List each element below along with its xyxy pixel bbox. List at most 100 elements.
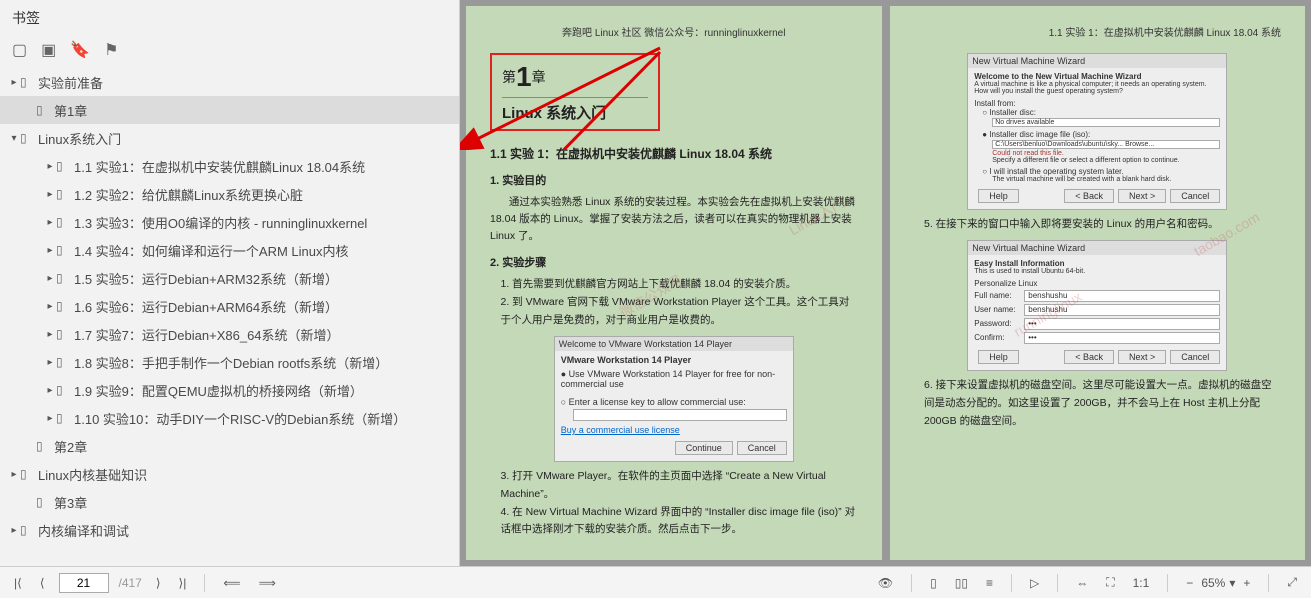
tree-row[interactable]: ▸▯ 1.3 实验3：使用O0编译的内核 - runninglinuxkernel: [0, 208, 459, 236]
tree-label: 1.7 实验7：运行Debian+X86_64系统（新增）: [74, 325, 340, 344]
caret-icon[interactable]: ▸: [8, 77, 20, 88]
caret-icon[interactable]: ▸: [44, 245, 56, 256]
tree-row[interactable]: ▸▯ 1.1 实验1：在虚拟机中安装优麒麟Linux 18.04系统: [0, 152, 459, 180]
tree-row[interactable]: ▸▯内核编译和调试: [0, 516, 459, 544]
page-viewport[interactable]: 奔跑吧 Linux 社区 微信公众号：runninglinuxkernel 第1…: [460, 0, 1311, 566]
bookmark-glyph-icon: ▯: [56, 159, 70, 173]
nav-fwd-button[interactable]: ⟹: [255, 574, 280, 592]
prev-page-button[interactable]: ⟨: [36, 574, 49, 592]
tree-row[interactable]: ▯第2章: [0, 432, 459, 460]
page-header: 1.1 实验 1：在虚拟机中安装优麒麟 Linux 18.04 系统: [914, 24, 1282, 39]
toc-expand-icon[interactable]: ▢: [12, 40, 27, 60]
toc-collapse-icon[interactable]: ▣: [41, 40, 56, 60]
nav-back-button[interactable]: ⟸: [219, 574, 244, 592]
bookmark-glyph-icon: ▯: [20, 131, 34, 145]
bookmark-glyph-icon: ▯: [36, 495, 50, 509]
tree-label: 第1章: [54, 101, 87, 120]
fit-page-icon[interactable]: ⛶: [1102, 573, 1118, 592]
tree-row[interactable]: ▸▯ 1.10 实验10：动手DIY一个RISC-V的Debian系统（新增）: [0, 404, 459, 432]
tree-label: 1.6 实验6：运行Debian+ARM64系统（新增）: [74, 297, 338, 316]
zoom-out-button[interactable]: −: [1182, 574, 1197, 592]
read-mode-icon[interactable]: 👁: [874, 574, 897, 592]
tree-row[interactable]: ▸▯ 1.7 实验7：运行Debian+X86_64系统（新增）: [0, 320, 459, 348]
tree-label: 1.9 实验9：配置QEMU虚拟机的桥接网络（新增）: [74, 381, 363, 400]
chapter-number: 第1章: [502, 61, 648, 93]
bookmark-glyph-icon: ▯: [56, 355, 70, 369]
bookmark2-icon[interactable]: ⚑: [104, 40, 118, 60]
last-page-button[interactable]: ⟩|: [175, 574, 191, 592]
pdf-page-right: 1.1 实验 1：在虚拟机中安装优麒麟 Linux 18.04 系统 New V…: [890, 6, 1306, 560]
tree-label: 1.10 实验10：动手DIY一个RISC-V的Debian系统（新增）: [74, 409, 406, 428]
sidebar-toolbar: ▢ ▣ 🔖 ⚑: [0, 36, 459, 68]
step-text: 6. 接下来设置虚拟机的磁盘空间。这里尽可能设置大一点。虚拟机的磁盘空间是动态分…: [914, 377, 1282, 431]
chapter-name: Linux 系统入门: [502, 97, 648, 123]
single-page-icon[interactable]: ▯: [926, 574, 941, 592]
tree-label: 1.3 实验3：使用O0编译的内核 - runninglinuxkernel: [74, 213, 367, 232]
tree-row[interactable]: ▸▯ 1.6 实验6：运行Debian+ARM64系统（新增）: [0, 292, 459, 320]
step-text: 4. 在 New Virtual Machine Wizard 界面中的 “In…: [490, 504, 858, 540]
bookmark-glyph-icon: ▯: [56, 243, 70, 257]
caret-icon[interactable]: ▸: [8, 469, 20, 480]
tree-label: 1.4 实验4：如何编译和运行一个ARM Linux内核: [74, 241, 349, 260]
actual-size-icon[interactable]: 1:1: [1129, 574, 1154, 592]
embedded-dialog: New Virtual Machine Wizard Welcome to th…: [967, 53, 1227, 210]
tree-row[interactable]: ▸▯实验前准备: [0, 68, 459, 96]
bookmark-glyph-icon: ▯: [56, 187, 70, 201]
tree-row[interactable]: ▯ 第3章: [0, 488, 459, 516]
tree-row[interactable]: ▾▯ Linux系统入门: [0, 124, 459, 152]
caret-icon[interactable]: ▸: [44, 385, 56, 396]
step-text: 5. 在接下来的窗口中输入即将要安装的 Linux 的用户名和密码。: [914, 216, 1282, 234]
play-icon[interactable]: ▷: [1026, 574, 1043, 592]
bookmark-glyph-icon: ▯: [56, 327, 70, 341]
body-text: 通过本实验熟悉 Linux 系统的安装过程。本实验会先在虚拟机上安装优麒麟 18…: [490, 194, 858, 244]
continuous-icon[interactable]: ≡: [982, 574, 997, 592]
section-title: 1.1 实验 1：在虚拟机中安装优麒麟 Linux 18.04 系统: [490, 145, 858, 162]
bookmark-glyph-icon: ▯: [56, 411, 70, 425]
next-page-button[interactable]: ⟩: [152, 574, 165, 592]
caret-icon[interactable]: ▸: [44, 301, 56, 312]
bookmark-glyph-icon: ▯: [56, 215, 70, 229]
first-page-button[interactable]: |⟨: [10, 574, 26, 592]
caret-icon[interactable]: ▸: [44, 161, 56, 172]
tree-label: Linux内核基础知识: [38, 465, 147, 484]
zoom-in-button[interactable]: +: [1239, 574, 1254, 592]
subsection-title: 1. 实验目的: [490, 172, 858, 188]
tree-row[interactable]: ▸▯ 1.8 实验8：手把手制作一个Debian rootfs系统（新增）: [0, 348, 459, 376]
tree-label: 1.1 实验1：在虚拟机中安装优麒麟Linux 18.04系统: [74, 157, 365, 176]
tree-label: 实验前准备: [38, 73, 103, 92]
tree-row[interactable]: ▸▯ Linux内核基础知识: [0, 460, 459, 488]
tree-label: 第3章: [54, 493, 87, 512]
bookmark-glyph-icon: ▯: [56, 271, 70, 285]
caret-icon[interactable]: ▸: [44, 329, 56, 340]
step-text: 2. 到 VMware 官网下载 VMware Workstation Play…: [490, 294, 858, 330]
caret-icon[interactable]: ▸: [44, 273, 56, 284]
caret-icon[interactable]: ▸: [8, 525, 20, 536]
facing-page-icon[interactable]: ▯▯: [951, 574, 972, 592]
tree-label: Linux系统入门: [38, 129, 121, 148]
pdf-page-left: 奔跑吧 Linux 社区 微信公众号：runninglinuxkernel 第1…: [466, 6, 882, 560]
tree-label: 内核编译和调试: [38, 521, 129, 540]
caret-icon[interactable]: ▸: [44, 217, 56, 228]
fullscreen-icon[interactable]: ⤢: [1283, 573, 1301, 592]
tree-row[interactable]: ▸▯1.5 实验5：运行Debian+ARM32系统（新增）: [0, 264, 459, 292]
zoom-dropdown-icon[interactable]: ▾: [1229, 576, 1235, 590]
sidebar-title: 书签: [0, 0, 459, 36]
step-text: 3. 打开 VMware Player。在软件的主页面中选择 “Create a…: [490, 468, 858, 504]
page-number-input[interactable]: [59, 573, 109, 593]
caret-icon[interactable]: ▾: [8, 133, 20, 144]
caret-icon[interactable]: ▸: [44, 413, 56, 424]
bookmark-glyph-icon: ▯: [56, 299, 70, 313]
tree-row[interactable]: ▸▯1.9 实验9：配置QEMU虚拟机的桥接网络（新增）: [0, 376, 459, 404]
bookmark-tree: ▸▯实验前准备▯第1章▾▯Linux系统入门▸▯1.1 实验1：在虚拟机中安装优…: [0, 68, 459, 566]
bookmark-glyph-icon: ▯: [20, 467, 34, 481]
tree-label: 1.8 实验8：手把手制作一个Debian rootfs系统（新增）: [74, 353, 388, 372]
bookmark-icon[interactable]: 🔖: [70, 40, 90, 60]
tree-row[interactable]: ▸▯1.2 实验2：给优麒麟Linux系统更换心脏: [0, 180, 459, 208]
fit-width-icon[interactable]: ⇔: [1072, 574, 1092, 592]
caret-icon[interactable]: ▸: [44, 189, 56, 200]
caret-icon[interactable]: ▸: [44, 357, 56, 368]
tree-row[interactable]: ▸▯ 1.4 实验4：如何编译和运行一个ARM Linux内核: [0, 236, 459, 264]
embedded-dialog: New Virtual Machine Wizard Easy Install …: [967, 240, 1227, 371]
tree-row[interactable]: ▯第1章: [0, 96, 459, 124]
zoom-level-label[interactable]: 65%: [1201, 576, 1225, 590]
